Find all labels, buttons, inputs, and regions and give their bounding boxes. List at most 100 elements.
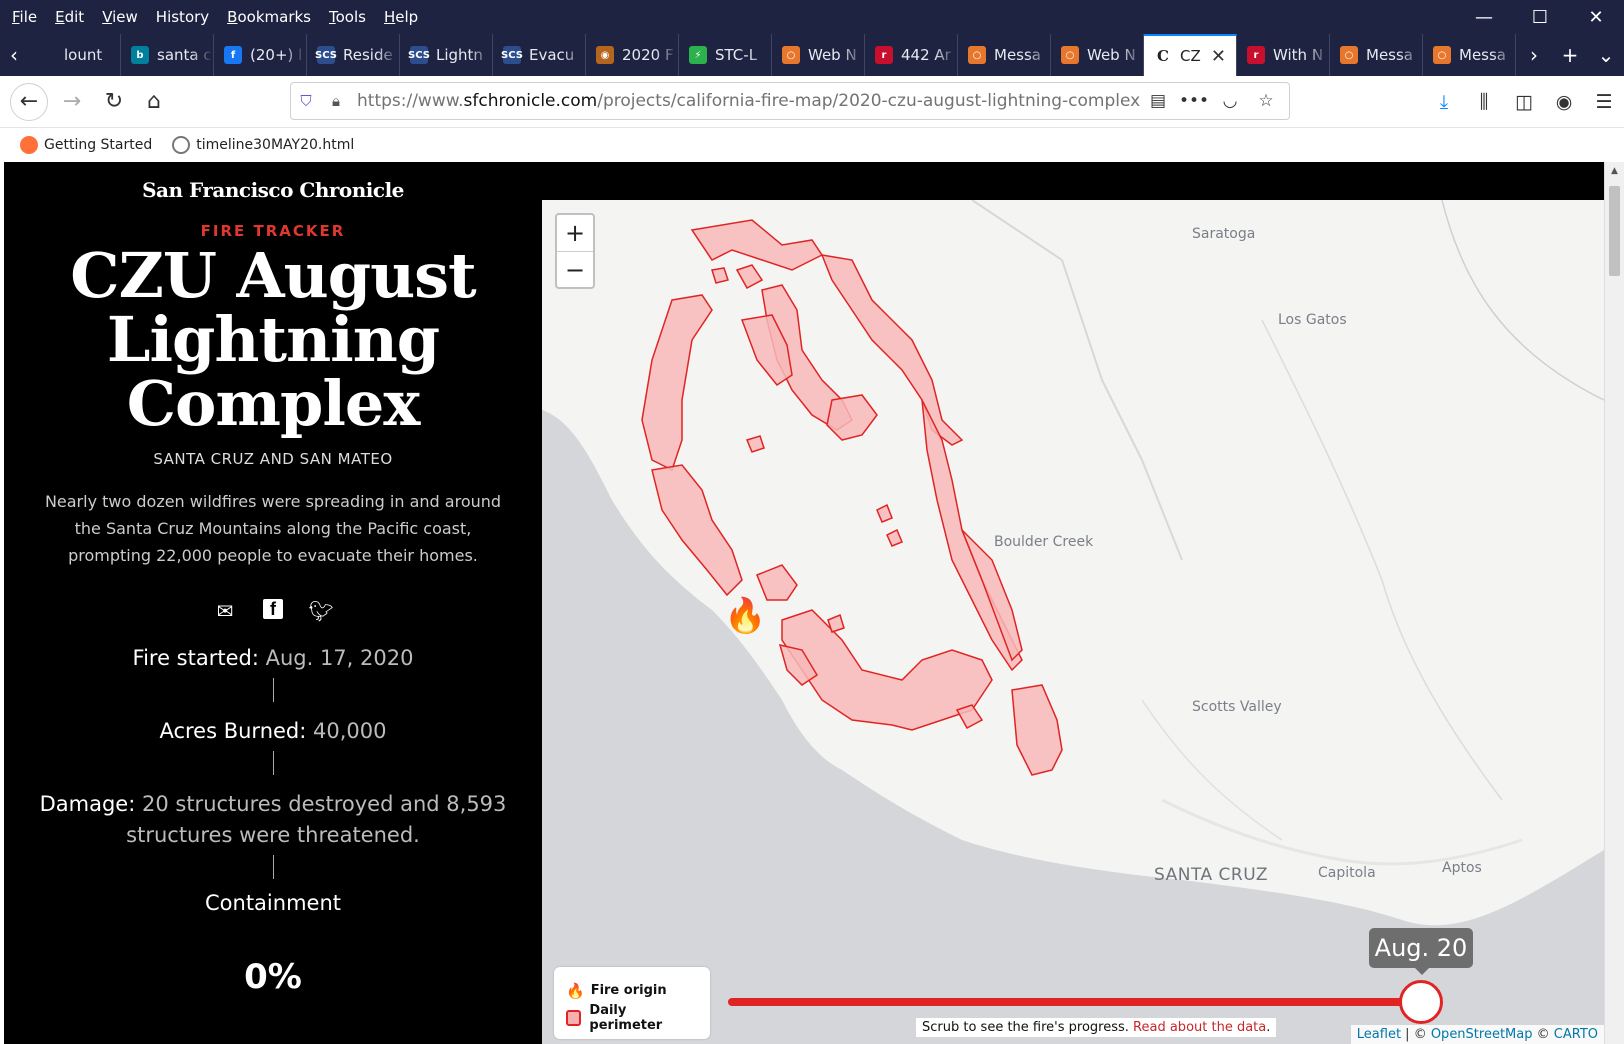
forward-button[interactable]: → — [54, 84, 90, 120]
tab-favicon-icon: C — [1157, 47, 1169, 65]
tab-favicon-icon: ⚡ — [689, 46, 707, 64]
map-header-bar — [542, 162, 1604, 200]
browser-window: File Edit View History Bookmarks Tools H… — [0, 0, 1624, 1044]
bookmark-star-icon[interactable]: ☆ — [1251, 91, 1281, 111]
menu-hamburger-icon[interactable]: ☰ — [1584, 91, 1624, 113]
tab-list-button[interactable]: ⌄ — [1588, 34, 1624, 76]
tab-scroll-left-button[interactable]: ‹ — [0, 34, 28, 76]
tab-0[interactable]: lount — [28, 34, 121, 76]
close-window-button[interactable]: ✕ — [1568, 0, 1624, 34]
perimeter-swatch — [566, 1009, 582, 1026]
scrollbar-thumb[interactable] — [1609, 186, 1620, 276]
reader-view-icon[interactable]: ▤ — [1143, 91, 1173, 111]
fire-perimeter — [735, 264, 764, 290]
fire-perimeter — [1011, 684, 1063, 776]
leaflet-link[interactable]: Leaflet — [1357, 1027, 1401, 1042]
damage: Damage: 20 structures destroyed and 8,59… — [39, 792, 507, 847]
tab-13[interactable]: r With N — [1237, 34, 1330, 76]
tab-12[interactable]: C CZ ✕ — [1144, 34, 1237, 76]
url-bar[interactable]: ⛉ 🔒︎ https://www.sfchronicle.com/project… — [290, 82, 1290, 120]
bookmark-getting-started[interactable]: Getting Started — [20, 136, 152, 154]
menu-help[interactable]: Help — [378, 8, 424, 26]
tab-5[interactable]: SCS Evacu — [493, 34, 586, 76]
fire-perimeter — [827, 613, 845, 633]
tab-7[interactable]: ⚡ STC-L — [679, 34, 772, 76]
road-line — [1161, 798, 1523, 866]
sidebar-icon[interactable]: ◫ — [1504, 91, 1544, 113]
account-icon[interactable]: ◉ — [1544, 91, 1584, 113]
tab-11[interactable]: ○ Web N — [1051, 34, 1144, 76]
minimize-button[interactable]: — — [1456, 0, 1512, 34]
fire-perimeter — [955, 704, 984, 730]
fire-perimeter — [641, 294, 713, 472]
page-content: San Francisco Chronicle FIRE TRACKER CZU… — [4, 162, 1604, 1044]
library-icon[interactable]: ⫼ — [1464, 91, 1504, 113]
facebook-icon[interactable]: f — [263, 599, 283, 619]
tab-3[interactable]: SCS Reside — [307, 34, 400, 76]
new-tab-button[interactable]: + — [1552, 34, 1588, 76]
zoom-in-button[interactable]: + — [557, 215, 593, 251]
tab-6[interactable]: ◉ 2020 F — [586, 34, 679, 76]
tab-close-icon[interactable]: ✕ — [1211, 46, 1226, 67]
tab-favicon-icon: b — [131, 46, 149, 64]
home-button[interactable]: ⌂ — [136, 84, 172, 120]
reload-button[interactable]: ↻ — [96, 84, 132, 120]
timeline-slider-handle[interactable] — [1399, 980, 1443, 1024]
place-capitola: Capitola — [1318, 865, 1376, 881]
tab-label: Evacu — [529, 46, 575, 64]
menu-tools[interactable]: Tools — [323, 8, 372, 26]
map-legend: 🔥 Fire origin Daily perimeter — [554, 967, 710, 1039]
tab-9[interactable]: r 442 Ar — [865, 34, 958, 76]
brand-logo[interactable]: San Francisco Chronicle — [4, 178, 542, 202]
fire-origin-marker[interactable]: 🔥 — [724, 596, 766, 636]
tab-10[interactable]: ○ Messa — [958, 34, 1051, 76]
tab-scroll-right-button[interactable]: › — [1516, 34, 1552, 76]
menu-edit[interactable]: Edit — [49, 8, 90, 26]
tab-label: With N — [1273, 46, 1324, 64]
place-aptos: Aptos — [1442, 860, 1482, 876]
url-text[interactable]: https://www.sfchronicle.com/projects/cal… — [351, 91, 1143, 111]
carto-link[interactable]: CARTO — [1554, 1027, 1598, 1042]
menu-file[interactable]: File — [6, 8, 43, 26]
email-icon[interactable]: ✉ — [213, 599, 237, 623]
tab-8[interactable]: ○ Web N — [772, 34, 865, 76]
tab-4[interactable]: SCS Lightn — [400, 34, 493, 76]
tab-favicon-icon: SCS — [315, 46, 337, 64]
tab-14[interactable]: ○ Messa — [1330, 34, 1423, 76]
tab-15[interactable]: ○ Messa — [1423, 34, 1516, 76]
divider — [272, 855, 274, 879]
menu-history[interactable]: History — [150, 8, 215, 26]
fire-map[interactable]: + − Saratoga Los Gatos Boulder Creek Sco… — [542, 200, 1604, 1044]
tracking-protection-icon[interactable]: ⛉ — [291, 92, 321, 110]
tab-favicon-icon: f — [224, 46, 242, 64]
tab-favicon-icon: ○ — [782, 46, 800, 64]
tab-favicon-icon: ○ — [1061, 46, 1079, 64]
fire-perimeter — [690, 219, 824, 271]
osm-link[interactable]: OpenStreetMap — [1431, 1027, 1533, 1042]
twitter-icon[interactable]: 🐦︎ — [308, 599, 333, 623]
tab-label: Messa — [1366, 46, 1413, 64]
tab-1[interactable]: b santa c — [121, 34, 214, 76]
tab-2[interactable]: f (20+) l — [214, 34, 307, 76]
scroll-up-arrow[interactable]: ▲ — [1605, 162, 1624, 180]
read-about-data-link[interactable]: Read about the data — [1133, 1020, 1266, 1035]
fire-perimeter — [745, 435, 765, 453]
pocket-icon[interactable]: ◡ — [1215, 91, 1245, 111]
acres-burned: Acres Burned: 40,000 — [159, 719, 387, 743]
zoom-out-button[interactable]: − — [557, 251, 593, 287]
lock-icon[interactable]: 🔒︎ — [321, 92, 351, 110]
back-button[interactable]: ← — [10, 82, 48, 121]
bookmark-timeline[interactable]: timeline30MAY20.html — [172, 136, 354, 154]
maximize-button[interactable]: ☐ — [1512, 0, 1568, 34]
page-scrollbar[interactable]: ▲ — [1604, 162, 1624, 1044]
firefox-icon — [20, 136, 38, 154]
timeline-slider-track[interactable] — [728, 998, 1408, 1006]
page-actions-icon[interactable]: ••• — [1179, 91, 1209, 111]
fire-perimeter — [886, 528, 903, 547]
fire-perimeter — [711, 267, 729, 284]
menu-bookmarks[interactable]: Bookmarks — [221, 8, 317, 26]
tab-label: Web N — [1087, 46, 1136, 64]
downloads-icon[interactable]: ⤓ — [1424, 91, 1464, 113]
menu-view[interactable]: View — [96, 8, 144, 26]
tab-favicon-icon: SCS — [408, 46, 430, 64]
